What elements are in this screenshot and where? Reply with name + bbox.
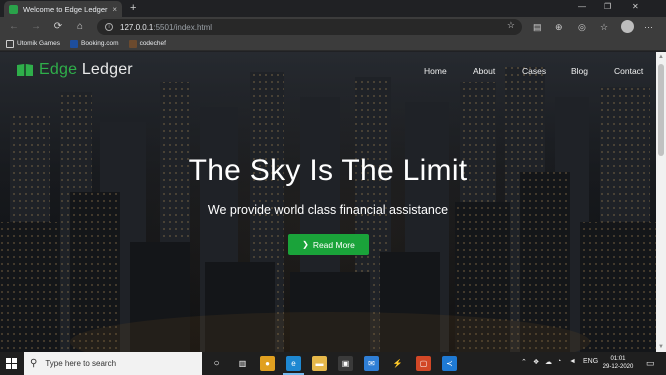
tab-close-icon[interactable]: × [112, 5, 117, 14]
nav-cases[interactable]: Cases [522, 66, 546, 76]
hero-overlay [0, 52, 656, 352]
tray-chevron-icon[interactable]: ⌃ [521, 358, 527, 366]
reading-view-icon[interactable]: ▤ [533, 17, 542, 37]
tab-title: Welcome to Edge Ledger [23, 4, 108, 14]
codechef-icon [128, 39, 137, 48]
chevron-right-icon: ❯ [302, 240, 309, 249]
collections-icon[interactable]: ⊕ [555, 17, 563, 37]
bookmark-label: codechef [139, 40, 166, 47]
hero-subtitle: We provide world class financial assista… [207, 203, 449, 217]
volume-icon[interactable]: ◄ [569, 358, 576, 365]
cortana-icon[interactable]: ○ [209, 356, 224, 371]
chrome-icon[interactable]: ● [260, 356, 275, 371]
search-placeholder: Type here to search [45, 359, 117, 368]
brand-word-ledger: Ledger [77, 61, 133, 78]
notifications-icon[interactable]: ▭ [646, 358, 655, 369]
profile-avatar[interactable] [621, 20, 634, 33]
site-info-icon[interactable]: i [105, 23, 113, 31]
restore-button[interactable]: ❐ [604, 2, 611, 11]
store-icon[interactable]: ▣ [338, 356, 353, 371]
mail-icon[interactable]: ✉ [364, 356, 379, 371]
nav-blog[interactable]: Blog [571, 66, 588, 76]
windows-taskbar: ⚲ Type here to search ○ ▥ ● e ▬ ▣ ✉ ⚡ ▢ … [0, 352, 666, 375]
url-host: 127.0.0.1 [120, 22, 154, 32]
new-tab-button[interactable]: + [130, 1, 136, 15]
file-explorer-icon[interactable]: ▬ [312, 356, 327, 371]
window-close-button[interactable]: ✕ [632, 2, 639, 11]
edge-icon[interactable]: e [286, 356, 301, 371]
read-more-label: Read More [312, 239, 355, 250]
language-indicator[interactable]: ENG [583, 358, 598, 365]
nav-home[interactable]: Home [424, 66, 447, 76]
scroll-down-icon[interactable]: ▼ [656, 342, 666, 352]
brand-name: Edge Ledger [39, 61, 133, 79]
browser-tab[interactable]: Welcome to Edge Ledger × [4, 1, 122, 17]
system-clock[interactable]: 01:01 29-12-2020 [600, 355, 636, 371]
forward-button[interactable]: → [25, 17, 47, 37]
bookmark-utomik[interactable]: Utomik Games [6, 39, 60, 48]
url-path: :5501/index.html [153, 22, 213, 32]
url-field[interactable]: i 127.0.0.1 :5501/index.html ☆ [97, 19, 522, 35]
brand-word-edge: Edge [39, 61, 78, 78]
scrollbar-thumb[interactable] [658, 64, 664, 156]
vscode-icon[interactable]: ≺ [442, 356, 457, 371]
windows-start-icon[interactable] [6, 358, 17, 369]
favorites-icon[interactable]: ☆ [600, 17, 608, 37]
bookmark-icon [6, 39, 14, 48]
scroll-up-icon[interactable]: ▲ [656, 52, 666, 62]
back-button[interactable]: ← [3, 17, 25, 37]
search-icon: ⚲ [30, 358, 38, 369]
home-button[interactable]: ⌂ [69, 17, 91, 37]
page-viewport: Edge Ledger Home About Cases Blog Contac… [0, 52, 656, 352]
bookmark-booking[interactable]: Booking.com [69, 39, 119, 48]
booking-icon [69, 39, 78, 48]
bookmark-label: Utomik Games [17, 40, 60, 47]
hero-title: The Sky Is The Limit [188, 154, 468, 187]
ledger-book-icon [17, 64, 33, 76]
dropbox-icon[interactable]: ❖ [533, 358, 539, 366]
taskbar-search-input[interactable]: ⚲ Type here to search [24, 352, 202, 375]
office-icon[interactable]: ▢ [416, 356, 431, 371]
extension-icon[interactable]: ◎ [578, 17, 586, 37]
page-scrollbar[interactable]: ▲ ▼ [656, 52, 666, 352]
nav-about[interactable]: About [473, 66, 495, 76]
bookmark-codechef[interactable]: codechef [128, 39, 166, 48]
favorite-star-icon[interactable]: ☆ [507, 20, 515, 31]
cloud-icon[interactable]: ☁ [545, 358, 552, 366]
minimize-button[interactable]: — [578, 2, 586, 11]
tab-favicon-icon [9, 4, 18, 14]
browser-titlebar: Welcome to Edge Ledger × + — ❐ ✕ [0, 0, 666, 17]
more-menu-icon[interactable]: ⋯ [644, 17, 653, 37]
refresh-button[interactable]: ⟳ [47, 17, 69, 37]
bookmark-label: Booking.com [80, 40, 119, 47]
brand-logo[interactable]: Edge Ledger [16, 61, 133, 79]
clock-time: 01:01 [610, 356, 626, 362]
address-toolbar: ← → ⟳ ⌂ i 127.0.0.1 :5501/index.html ☆ [0, 17, 666, 37]
nav-contact[interactable]: Contact [614, 66, 643, 76]
task-view-icon[interactable]: ▥ [235, 356, 250, 371]
bookmarks-bar: Utomik Games Booking.com codechef [0, 37, 666, 51]
lightning-app-icon[interactable]: ⚡ [390, 356, 405, 371]
wifi-icon[interactable]: ◔ [557, 358, 561, 365]
clock-date: 29-12-2020 [602, 364, 634, 370]
read-more-button[interactable]: ❯ Read More [288, 234, 369, 255]
